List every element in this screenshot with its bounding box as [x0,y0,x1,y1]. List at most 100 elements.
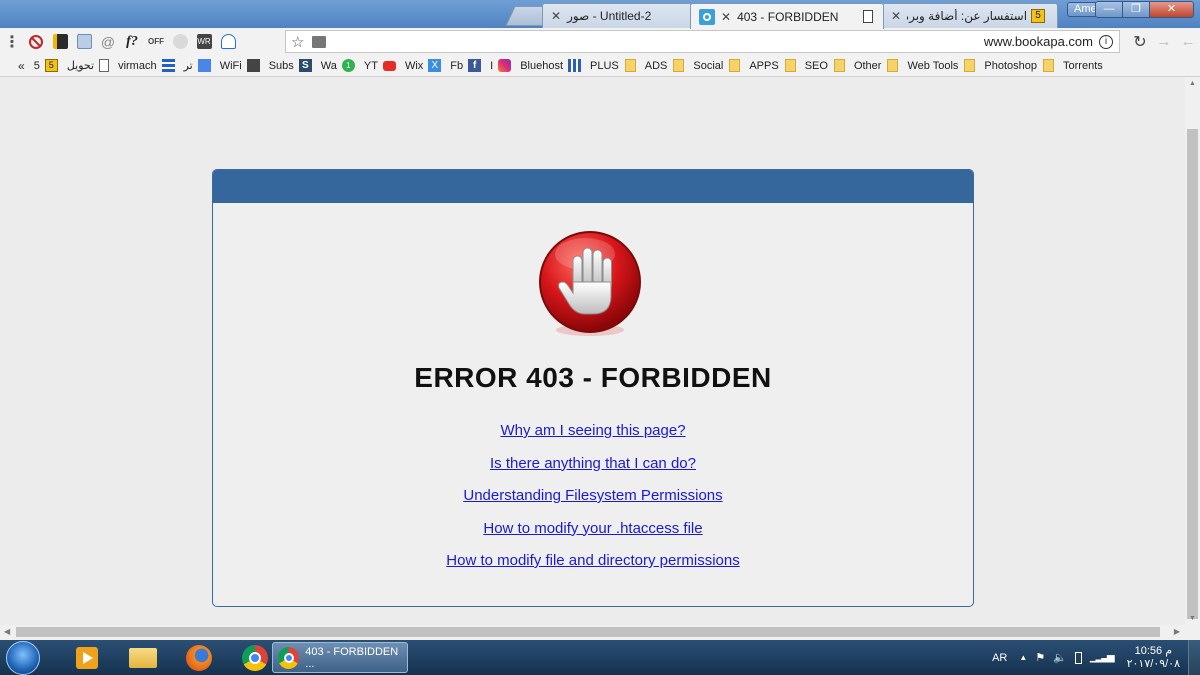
firefox-icon[interactable] [176,642,222,674]
tab-forbidden[interactable]: ✕ 403 - FORBIDDEN [690,3,884,29]
window-controls: — ❐ ✕ [1095,1,1194,18]
system-tray: AR ▲ ⚑ 🔈 ▁▂▃▅ 10:56 م ٢٠١٧/٠٩/٠٨ [992,640,1200,675]
navigation-buttons: ↻ → ← [1128,28,1200,55]
bookmark-tahweel[interactable]: تحويل [67,59,110,72]
page-icon [99,59,110,72]
link-modify-permissions[interactable]: How to modify file and directory permiss… [213,550,973,583]
tab-label: استفسار عن: أضافة وبرمجة MP [907,9,1028,23]
bookmark-whatsapp[interactable]: Wa 1 [321,59,355,72]
extension-off-icon[interactable]: OFF [144,31,168,53]
bookmark-star-icon[interactable]: ☆ [291,33,304,51]
extension-user-icon[interactable] [216,31,240,53]
bookmark-5[interactable]: 5 5 [34,59,58,72]
youtube-icon [382,60,396,71]
folder-icon [964,59,976,72]
folder-icon [729,59,741,72]
chrome-icon [278,646,300,669]
close-window-button[interactable]: ✕ [1149,1,1194,18]
link-filesystem-permissions[interactable]: Understanding Filesystem Permissions [213,485,973,518]
network-icon[interactable]: ▁▂▃▅ [1090,652,1115,663]
bookmark-folder-apps[interactable]: APPS [749,59,796,72]
extension-ghost-icon[interactable] [168,31,192,53]
extension-at-icon[interactable]: @ [96,31,120,53]
bookmark-virmach[interactable]: virmach [118,59,175,72]
forward-icon[interactable]: → [1152,31,1176,53]
vertical-scrollbar[interactable]: ▲ ▼ [1185,77,1200,625]
language-indicator[interactable]: AR [992,652,1007,664]
scroll-right-icon[interactable]: ▶ [1174,627,1180,636]
taskbar-window-forbidden[interactable]: 403 - FORBIDDEN ... [272,642,408,673]
bookmark-folder-torrents[interactable]: Torrents [1063,60,1103,72]
page-viewport: ERROR 403 - FORBIDDEN Why am I seeing th… [0,77,1185,625]
badge-5-icon: 5 [1031,9,1046,23]
volume-icon[interactable]: 🔈 [1053,651,1067,664]
show-desktop-button[interactable] [1188,640,1200,675]
error-title: ERROR 403 - FORBIDDEN [414,362,772,393]
translate-icon [197,59,211,72]
bookmark-bluehost[interactable]: Bluehost [520,59,581,72]
bookmark-folder-seo[interactable]: SEO [805,59,845,72]
flag-icon[interactable]: ⚑ [1035,651,1045,664]
folder-icon [784,59,796,72]
bookmark-youtube[interactable]: YT [364,60,396,72]
bookmark-folder-web-tools[interactable]: Web Tools [907,59,976,72]
extension-screenshot-icon[interactable] [72,31,96,53]
close-tab-icon[interactable]: ✕ [891,9,901,23]
bookmark-wix[interactable]: Wix X [405,59,442,72]
url-text: www.bookapa.com [983,34,1093,49]
loading-icon [699,8,715,25]
browser-toolbar: ⋮ @ f? OFF WR ☆ www.bookapa.com i ↻ → ← [0,28,1200,55]
maximize-button[interactable]: ❐ [1122,1,1150,18]
bookmark-folder-photoshop[interactable]: Photoshop [984,59,1055,72]
link-modify-htaccess[interactable]: How to modify your .htaccess file [213,518,973,551]
taskbar-window-label: 403 - FORBIDDEN ... [305,645,399,670]
tab-label: 403 - FORBIDDEN [737,9,839,24]
bookmark-folder-other[interactable]: Other [854,59,899,72]
site-info-icon[interactable]: i [1099,34,1113,49]
bookmark-folder-plus[interactable]: PLUS [590,59,636,72]
grid-icon [568,59,581,72]
reload-icon[interactable]: ↻ [1128,31,1152,53]
close-tab-icon[interactable]: ✕ [551,9,561,23]
tab-untitled[interactable]: ✕ صور - Untitled-2 [542,3,692,28]
address-bar[interactable]: ☆ www.bookapa.com i [285,30,1120,53]
vertical-scroll-thumb[interactable] [1187,129,1198,619]
file-explorer-icon[interactable] [120,642,166,674]
horizontal-scroll-thumb[interactable] [16,627,1160,637]
scroll-left-icon[interactable]: ◀ [4,627,10,636]
back-icon[interactable]: ← [1176,31,1200,53]
clock[interactable]: 10:56 م ٢٠١٧/٠٩/٠٨ [1127,645,1180,671]
bookmark-folder-ads[interactable]: ADS [645,59,685,72]
bookmark-wifi[interactable]: WiFi [220,59,260,72]
block-icon[interactable] [24,31,48,53]
badge-5-icon: 5 [44,59,58,72]
show-hidden-icons-icon[interactable]: ▲ [1019,653,1027,662]
link-anything-i-can-do[interactable]: Is there anything that I can do? [213,453,973,486]
stop-hand-icon [539,231,641,336]
minimize-button[interactable]: — [1095,1,1123,18]
bookmarks-overflow-button[interactable]: « [18,59,25,73]
bookmark-subs[interactable]: Subs S [269,59,312,72]
horizontal-scrollbar[interactable]: ◀ ▶ [0,625,1200,640]
bookmark-facebook[interactable]: Fb f [450,59,482,72]
battery-icon[interactable] [1074,651,1082,664]
translate-icon[interactable] [312,35,327,48]
bookmark-instagram[interactable]: I [490,59,512,72]
bookmark-translate[interactable]: تر [184,59,211,72]
tab-label: صور - Untitled-2 [567,9,652,23]
scroll-down-icon[interactable]: ▼ [1189,615,1196,622]
media-player-icon[interactable] [64,642,110,674]
menu-icon[interactable]: ⋮ [0,31,24,53]
bookmark-folder-social[interactable]: Social [693,59,741,72]
start-button[interactable] [6,640,40,675]
extension-wr-icon[interactable]: WR [192,31,216,53]
extension-lastpass-icon[interactable] [48,31,72,53]
folder-icon [673,59,685,72]
s-icon: S [298,59,312,72]
scroll-up-icon[interactable]: ▲ [1189,80,1196,87]
tab-arabic[interactable]: ✕ استفسار عن: أضافة وبرمجة MP 5 [882,3,1058,28]
extension-font-icon[interactable]: f? [120,31,144,53]
wix-icon: X [428,59,442,72]
close-tab-icon[interactable]: ✕ [721,10,731,24]
link-why-seeing-page[interactable]: Why am I seeing this page? [213,420,973,453]
